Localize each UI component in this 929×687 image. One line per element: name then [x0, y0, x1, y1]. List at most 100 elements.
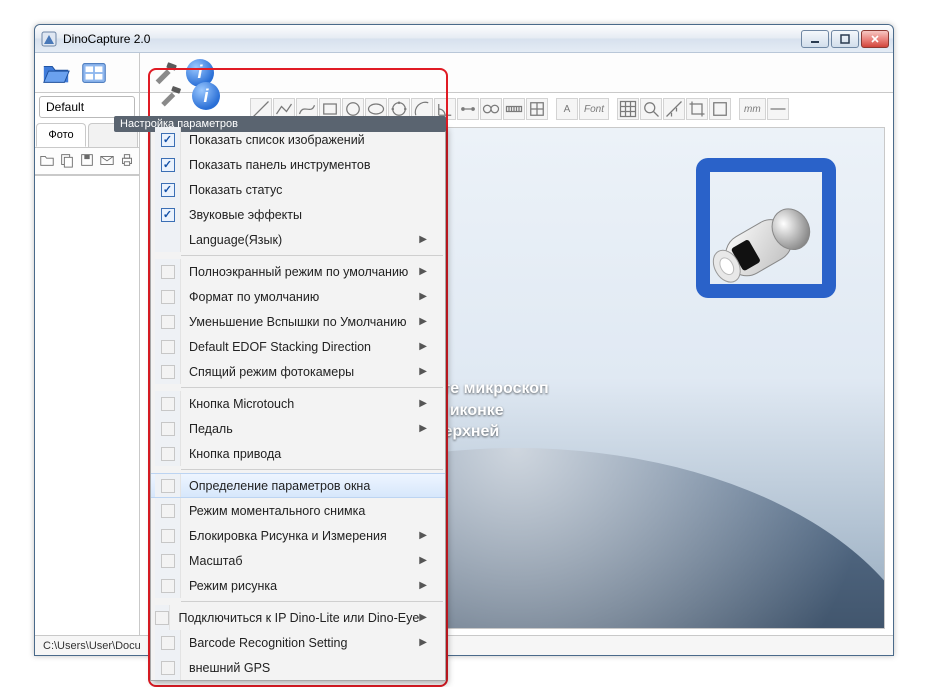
menu-item[interactable]: Barcode Recognition Setting▶ [151, 630, 445, 655]
menu-check-column [155, 227, 181, 252]
tool-ruler-icon[interactable] [503, 98, 525, 120]
menu-item[interactable]: Показать список изображений [151, 127, 445, 152]
menu-item[interactable]: Default EDOF Stacking Direction▶ [151, 334, 445, 359]
menu-check-column [155, 523, 181, 548]
submenu-arrow-icon: ▶ [419, 234, 427, 245]
menu-item[interactable]: внешний GPS [151, 655, 445, 680]
maximize-button[interactable] [831, 30, 859, 48]
open-folder-icon[interactable] [41, 58, 71, 88]
tool-more-icon[interactable] [767, 98, 789, 120]
submenu-arrow-icon: ▶ [419, 530, 427, 541]
microscope-illustration [679, 198, 839, 318]
checkbox-icon [161, 447, 175, 461]
menu-check-column [155, 284, 181, 309]
tab-photo[interactable]: Фото [36, 123, 86, 147]
menu-item[interactable]: Определение параметров окна [151, 473, 445, 498]
tool-measure-icon[interactable] [663, 98, 685, 120]
menu-check-column [155, 498, 181, 523]
settings-hammer-icon-menu[interactable] [156, 82, 184, 110]
tool-point-dist-icon[interactable] [457, 98, 479, 120]
menu-item[interactable]: Звуковые эффекты [151, 202, 445, 227]
submenu-arrow-icon: ▶ [419, 423, 427, 434]
tool-center-dist-icon[interactable] [480, 98, 502, 120]
thumbnail-icon[interactable] [79, 58, 109, 88]
menu-item[interactable]: Блокировка Рисунка и Измерения▶ [151, 523, 445, 548]
sidebar-top-toolbar [35, 53, 139, 93]
checkbox-icon [161, 554, 175, 568]
tool-text-icon[interactable]: A [556, 98, 578, 120]
checkmark-icon [161, 133, 175, 147]
submenu-arrow-icon: ▶ [419, 291, 427, 302]
menu-item-label: Режим рисунка [181, 579, 419, 593]
tool-gridsnap-icon[interactable] [617, 98, 639, 120]
menu-item[interactable]: Спящий режим фотокамеры▶ [151, 359, 445, 384]
submenu-arrow-icon: ▶ [419, 612, 427, 623]
menu-item-label: Кнопка Microtouch [181, 397, 419, 411]
info-icon-menu[interactable]: i [192, 82, 220, 110]
titlebar[interactable]: DinoCapture 2.0 [35, 25, 893, 53]
menu-item[interactable]: Уменьшение Вспышки по Умолчанию▶ [151, 309, 445, 334]
menu-item[interactable]: Режим моментального снимка [151, 498, 445, 523]
menu-check-column [155, 474, 181, 497]
menu-item-label: Уменьшение Вспышки по Умолчанию [181, 315, 419, 329]
copy-icon[interactable] [59, 152, 75, 170]
checkbox-icon [161, 315, 175, 329]
submenu-arrow-icon: ▶ [419, 266, 427, 277]
menu-check-column [155, 630, 181, 655]
status-path: C:\Users\User\Docu [43, 640, 141, 652]
tool-units-button[interactable]: mm [739, 98, 766, 120]
settings-menu[interactable]: Показать список изображений Показать пане… [150, 126, 446, 681]
tool-zoom-icon[interactable] [640, 98, 662, 120]
checkmark-icon [161, 208, 175, 222]
tool-font-button[interactable]: Font [579, 98, 609, 120]
checkbox-icon [161, 579, 175, 593]
menu-item-label: Показать панель инструментов [181, 158, 427, 172]
menu-item-label: Language(Язык) [181, 233, 419, 247]
print-icon[interactable] [119, 152, 135, 170]
checkmark-icon [161, 183, 175, 197]
save-icon[interactable] [79, 152, 95, 170]
menu-check-column [155, 127, 181, 152]
menu-check-column [155, 655, 181, 680]
menu-item[interactable]: Формат по умолчанию▶ [151, 284, 445, 309]
folder-selector[interactable]: Default [39, 96, 135, 118]
menu-item-label: Формат по умолчанию [181, 290, 419, 304]
menu-check-column [155, 573, 181, 598]
menu-check-column [155, 152, 181, 177]
submenu-arrow-icon: ▶ [419, 398, 427, 409]
menu-item-label: внешний GPS [181, 661, 427, 675]
menu-item[interactable]: Показать статус [151, 177, 445, 202]
minimize-button[interactable] [801, 30, 829, 48]
menu-check-column [155, 259, 181, 284]
checkbox-icon [161, 529, 175, 543]
menu-item[interactable]: Масштаб▶ [151, 548, 445, 573]
close-button[interactable] [861, 30, 889, 48]
menu-item-label: Barcode Recognition Setting [181, 636, 419, 650]
tool-grid-icon[interactable] [526, 98, 548, 120]
menu-check-column [155, 441, 181, 466]
menu-check-column [155, 548, 181, 573]
checkbox-icon [161, 265, 175, 279]
menu-item-label: Подключиться к IP Dino-Lite или Dino-Eye [170, 611, 419, 625]
menu-item[interactable]: Подключиться к IP Dino-Lite или Dino-Eye… [151, 605, 445, 630]
tool-crop-icon[interactable] [686, 98, 708, 120]
menu-item[interactable]: Language(Язык)▶ [151, 227, 445, 252]
menu-item[interactable]: Педаль▶ [151, 416, 445, 441]
open-icon[interactable] [39, 152, 55, 170]
menu-check-column [155, 605, 170, 630]
tool-square-icon[interactable] [709, 98, 731, 120]
thumbnail-list[interactable] [35, 175, 139, 635]
mail-icon[interactable] [99, 152, 115, 170]
checkbox-icon [161, 422, 175, 436]
menu-item[interactable]: Показать панель инструментов [151, 152, 445, 177]
menu-item[interactable]: Кнопка привода [151, 441, 445, 466]
menu-check-column [155, 391, 181, 416]
menu-item-label: Педаль [181, 422, 419, 436]
checkbox-icon [161, 290, 175, 304]
checkbox-icon [155, 611, 169, 625]
menu-item[interactable]: Кнопка Microtouch▶ [151, 391, 445, 416]
menu-item[interactable]: Режим рисунка▶ [151, 573, 445, 598]
checkbox-icon [161, 397, 175, 411]
submenu-arrow-icon: ▶ [419, 637, 427, 648]
menu-item[interactable]: Полноэкранный режим по умолчанию▶ [151, 259, 445, 284]
